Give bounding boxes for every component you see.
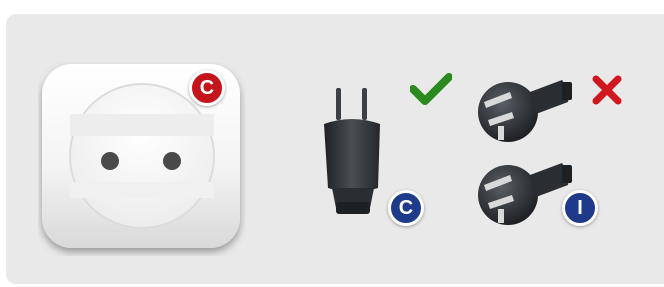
check-icon (410, 73, 452, 105)
plug-c-type-badge: C (388, 190, 424, 226)
plug-i-type-badge: I (562, 190, 598, 226)
plug-type-i-icon (478, 80, 572, 142)
cross-icon (592, 75, 622, 105)
socket-type-badge: C (189, 70, 225, 106)
